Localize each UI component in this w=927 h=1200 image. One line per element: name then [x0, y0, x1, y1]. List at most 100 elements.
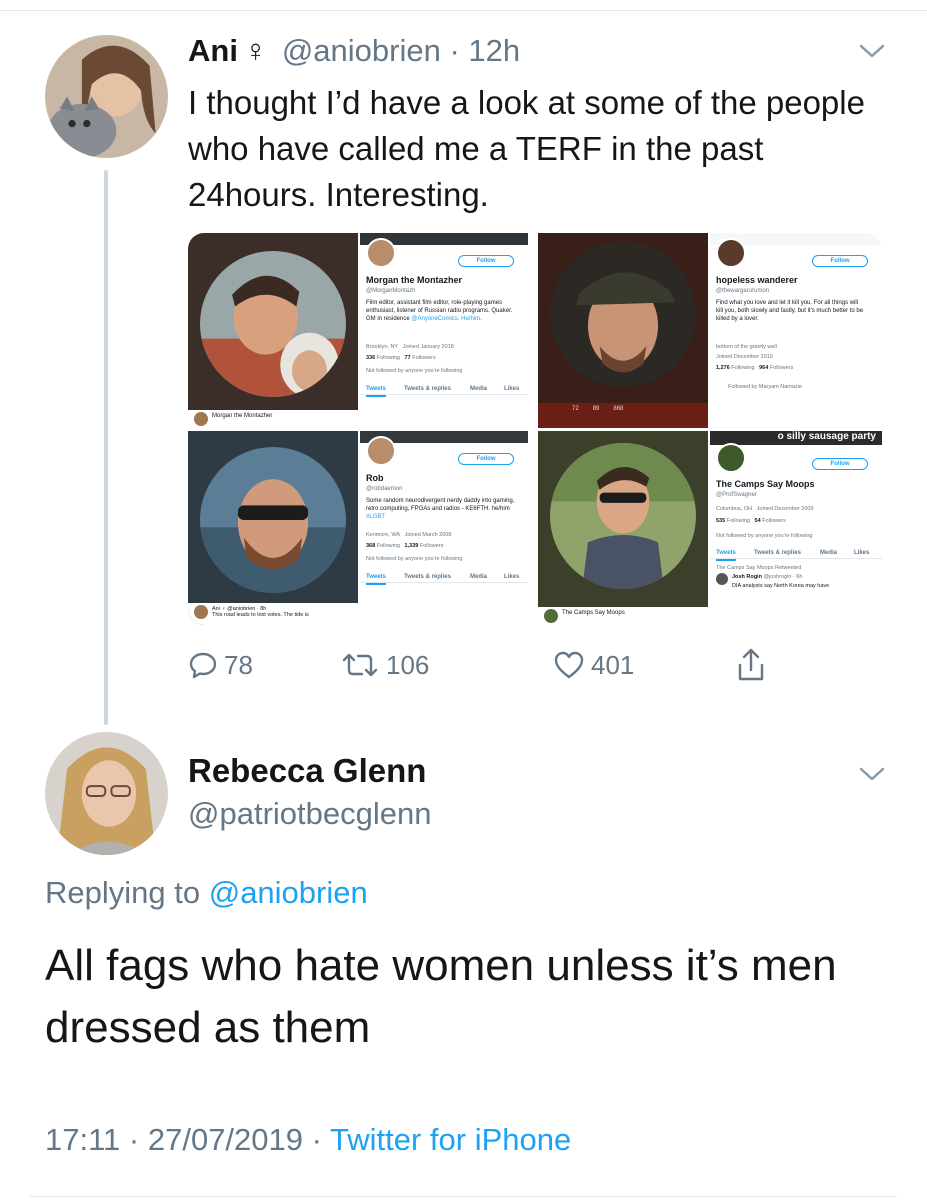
profile-joined: Joined January 2018: [402, 344, 454, 350]
media-panel-1-strip: Morgan the Montazher: [188, 410, 358, 428]
retweet-button[interactable]: 106: [340, 645, 429, 685]
profile-avatar: [716, 443, 746, 473]
strip-avatar: [194, 605, 208, 619]
profile-note: Not followed by anyone you're following: [366, 556, 463, 562]
profile-bio-link: @AnyoneComics. He/him.: [411, 316, 482, 322]
replying-mention[interactable]: @aniobrien: [209, 875, 368, 910]
tweet2-author-handle[interactable]: @patriotbecglenn: [188, 795, 431, 833]
profile-tabs: Tweets Tweets & replies Media Likes: [360, 571, 528, 585]
tweet1-author-handle[interactable]: @aniobrien: [282, 33, 441, 68]
tab-tweets: Tweets: [716, 549, 736, 561]
replying-to: Replying to @aniobrien: [45, 873, 368, 913]
reply-icon: [189, 652, 217, 679]
profile-location: Columbus, OH: [716, 506, 753, 512]
profile-name: Rob: [366, 473, 384, 483]
profile-counts: 535 Following 54 Followers: [716, 517, 786, 526]
media-panel-1-photo: [200, 251, 346, 397]
tweet2-time: 17:11: [45, 1122, 121, 1157]
profile-name: hopeless wanderer: [716, 275, 798, 285]
tab-likes: Likes: [504, 574, 520, 580]
tweet1-author-name[interactable]: Ani: [188, 33, 238, 68]
heart-icon: [554, 651, 584, 679]
media-panel-1-profile: Follow Morgan the Montazher @MorganMonta…: [360, 233, 528, 428]
media-panel-4[interactable]: The Camps Say Moops o silly sausage part…: [538, 431, 882, 625]
tweet2-source[interactable]: Twitter for iPhone: [330, 1122, 571, 1157]
profile-note: Followed by Maryam Namazie: [728, 384, 802, 390]
tab-tweets-replies: Tweets & replies: [404, 386, 451, 392]
followers-count: 1,339: [404, 543, 419, 549]
media-panel-4-strip-text: The Camps Say Moops: [562, 610, 625, 616]
tab-tweets-replies: Tweets & replies: [404, 574, 451, 580]
media-panel-4-strip: The Camps Say Moops: [538, 607, 708, 625]
profile-meta: Brooklyn, NY Joined January 2018: [366, 343, 454, 352]
profile-counts: 368 Following 1,339 Followers: [366, 542, 443, 551]
strip-avatar: [194, 412, 208, 426]
profile-avatar: [366, 436, 396, 466]
followers-label: Followers: [762, 518, 786, 524]
tweet2-date: 27/07/2019: [147, 1122, 304, 1157]
following-count: 535: [716, 518, 726, 524]
profile-bio: Film editor, assistant film editor, role…: [366, 299, 516, 323]
profile-location: Brooklyn, NY: [366, 344, 399, 350]
stat-replies: 72: [572, 406, 579, 412]
follow-button[interactable]: Follow: [458, 453, 514, 465]
stat-retweets: 89: [592, 406, 600, 412]
media-panel-3-strip-text2: This road leads to lost votes. The tide …: [212, 612, 309, 618]
share-button[interactable]: [736, 645, 766, 685]
followers-count: 54: [754, 518, 761, 524]
profile-handle: @MorganMontazh: [366, 288, 416, 294]
profile-meta: Columbus, OH Joined December 2009: [716, 505, 814, 514]
share-icon: [738, 648, 764, 681]
follow-button[interactable]: Follow: [812, 458, 868, 470]
stats-row: 72 89 868: [538, 405, 710, 419]
media-panel-4-photo: [550, 443, 696, 589]
media-panel-3-profile: Follow Rob @robdaemon Some random neurod…: [360, 431, 528, 625]
chevron-down-icon[interactable]: [858, 765, 886, 783]
retweet-icon: [342, 653, 378, 677]
media-panel-2-profile: Follow hopeless wanderer @thewargarurumo…: [572, 233, 882, 428]
profile-joined: Joined December 2010: [716, 354, 773, 360]
followers-count: 77: [404, 355, 411, 361]
followers-count: 964: [759, 365, 769, 371]
ani-avatar[interactable]: [45, 35, 168, 158]
tweet1-header: Ani ♀ @aniobrien · 12h: [188, 33, 520, 69]
media-panel-3-strip: Ani ♀ @aniobrien · 8h This road leads to…: [188, 603, 358, 625]
tab-media: Media: [820, 550, 838, 556]
followers-label: Followers: [419, 543, 444, 549]
tweet1-media-grid[interactable]: Morgan the Montazher Follow Morgan the M…: [188, 233, 882, 625]
tab-tweets: Tweets: [366, 573, 386, 585]
tweet1-action-bar: 78 106 401: [188, 645, 788, 685]
media-panel-1[interactable]: Morgan the Montazher Follow Morgan the M…: [188, 233, 528, 428]
profile-handle: @robdaemon: [366, 486, 403, 492]
chevron-down-icon[interactable]: [858, 42, 886, 60]
media-panel-2[interactable]: Follow hopeless wanderer @thewargarurumo…: [538, 233, 882, 428]
retweet-author: Josh Rogin @joshrogin · 6h: [732, 573, 802, 582]
profile-tabs: Tweets Tweets & replies Media Likes: [710, 547, 882, 561]
reply-count: 78: [224, 649, 253, 680]
tab-likes: Likes: [504, 386, 520, 392]
followers-label: Followers: [769, 365, 794, 371]
like-button[interactable]: 401: [553, 645, 634, 685]
follow-button[interactable]: Follow: [812, 255, 868, 267]
tweet1-text: I thought I’d have a look at some of the…: [188, 84, 865, 213]
following-count: 368: [366, 543, 376, 549]
profile-counts: 336 Following 77 Followers: [366, 354, 436, 363]
following-count: 1,276: [716, 365, 730, 371]
strip-avatar: [544, 609, 558, 623]
reply-button[interactable]: 78: [188, 645, 253, 685]
tab-media: Media: [470, 386, 488, 392]
tweet1-timestamp[interactable]: 12h: [468, 33, 520, 68]
follow-button[interactable]: Follow: [458, 255, 514, 267]
following-label: Following: [376, 355, 400, 361]
tab-media: Media: [470, 574, 488, 580]
profile-avatar: [716, 238, 746, 268]
tweet2-author-name[interactable]: Rebecca Glenn: [188, 751, 426, 791]
media-panel-3[interactable]: Ani ♀ @aniobrien · 8h This road leads to…: [188, 431, 528, 625]
bottom-divider: [30, 1196, 897, 1197]
thread-line: [104, 170, 108, 725]
rt-author-handle: @joshrogin · 6h: [763, 574, 803, 580]
stat-likes: 868: [613, 406, 624, 412]
tweet2-text: All fags who hate women unless it’s men …: [45, 941, 837, 1052]
rebecca-avatar[interactable]: [45, 732, 168, 855]
tab-tweets-replies: Tweets & replies: [754, 550, 801, 556]
